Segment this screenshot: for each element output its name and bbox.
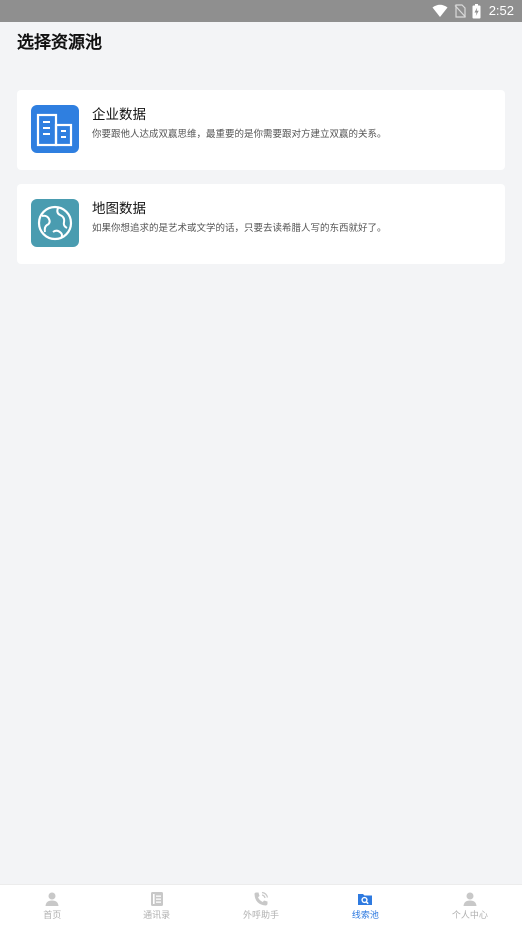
tab-label: 线索池 [351,911,379,921]
card-title: 地图数据 [92,201,146,217]
card-description: 如果你想追求的是艺术或文学的话，只要去读希腊人写的东西就好了。 [92,223,387,234]
tab-label: 首页 [43,911,62,921]
resource-pool-card-map[interactable]: 地图数据 如果你想追求的是艺术或文学的话，只要去读希腊人写的东西就好了。 [17,184,505,264]
home-icon [45,892,59,906]
tab-home[interactable]: 首页 [0,885,104,929]
contacts-icon [150,892,163,906]
status-time: 2:52 [488,3,514,18]
resource-pool-card-enterprise[interactable]: 企业数据 你要跟他人达成双赢思维，最重要的是你需要跟对方建立双赢的关系。 [17,90,505,170]
globe-icon [31,199,79,247]
status-icons: 2:52 [432,2,514,20]
tab-lead-pool[interactable]: 线索池 [313,885,417,929]
buildings-icon [31,105,79,153]
tab-label: 个人中心 [451,911,488,921]
tab-profile[interactable]: 个人中心 [418,885,522,929]
no-sim-icon [454,4,466,18]
tab-call-assistant[interactable]: 外呼助手 [209,885,313,929]
lead-pool-icon [358,894,373,905]
tab-contacts[interactable]: 通讯录 [104,885,208,929]
battery-charging-icon [472,3,481,18]
bottom-tab-bar: 首页 通讯录 外呼助手 线索池 个人中心 [0,884,522,929]
page-title: 选择资源池 [17,33,102,53]
phone-call-icon [254,891,269,906]
tab-label: 通讯录 [143,911,171,921]
card-title: 企业数据 [92,107,146,123]
wifi-icon [432,4,448,17]
tab-label: 外呼助手 [243,911,280,921]
status-bar: 2:52 [0,0,522,22]
card-description: 你要跟他人达成双赢思维，最重要的是你需要跟对方建立双赢的关系。 [92,129,387,140]
profile-icon [463,892,477,906]
